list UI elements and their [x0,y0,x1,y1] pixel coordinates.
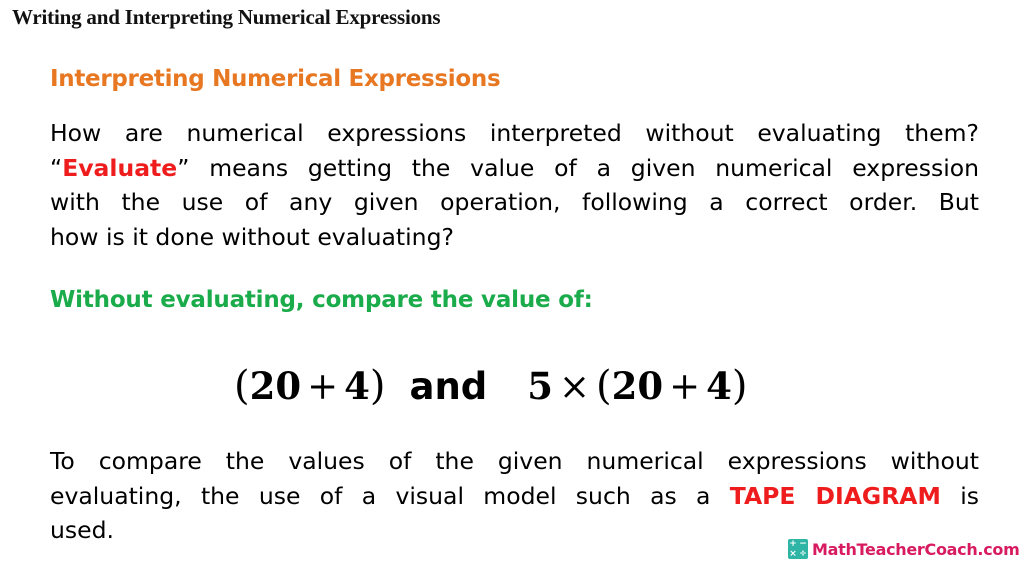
open-paren: ( [596,363,612,409]
plus-operator: + [307,365,339,408]
conclusion-paragraph: To compare the values of the given numer… [50,444,979,548]
minus-glyph: − [799,539,807,549]
open-paren: ( [234,363,250,409]
section-heading: Interpreting Numerical Expressions [50,66,501,92]
divide-glyph: ÷ [799,549,807,559]
conclusion-line-1: To compare the values of the given numer… [50,447,979,475]
intro-paragraph: How are numerical expressions interprete… [50,116,979,254]
intro-line-2: “Evaluate” means getting the value of a … [50,151,979,186]
expression-comparison: (20 +4) and 5 × (20 +4) [234,358,748,414]
intro-line-4: how is it done without evaluating? [50,222,454,251]
conclusion-line-2-start: evaluating, the use of a visual model su… [50,481,730,510]
close-paren: ) [731,363,748,409]
tape-diagram-highlight: TAPE DIAGRAM [729,481,941,510]
operand: 20 [249,364,302,408]
times-glyph: × [789,549,797,559]
conclusion-line-2: evaluating, the use of a visual model su… [50,479,979,514]
operand: 4 [706,364,732,408]
slide-title: Writing and Interpreting Numerical Expre… [12,5,441,29]
conjunction-and: and [409,364,488,408]
intro-line-3: with the use of any given operation, fol… [50,188,979,216]
close-paren: ) [369,363,386,409]
expression-first: (20 +4) [234,363,385,409]
operand: 20 [611,364,664,408]
evaluate-highlight: Evaluate [62,153,178,182]
brand-text: MathTeacherCoach.com [812,539,1020,559]
times-operator: × [559,365,591,408]
open-quote: “ [50,153,63,182]
intro-line-2-rest: ” means getting the value of a given num… [177,153,979,182]
plus-glyph: + [789,539,797,549]
plus-operator: + [669,365,701,408]
conclusion-line-2-end: is [940,481,979,510]
expression-second: 5 × (20 +4) [527,363,747,409]
intro-line-1: How are numerical expressions interprete… [50,119,979,147]
operand: 4 [344,364,370,408]
factor: 5 [527,364,554,408]
math-operators-logo-icon: + − × ÷ [788,539,808,559]
brand-watermark: + − × ÷ MathTeacherCoach.com [788,537,1020,561]
prompt-heading: Without evaluating, compare the value of… [50,287,593,313]
